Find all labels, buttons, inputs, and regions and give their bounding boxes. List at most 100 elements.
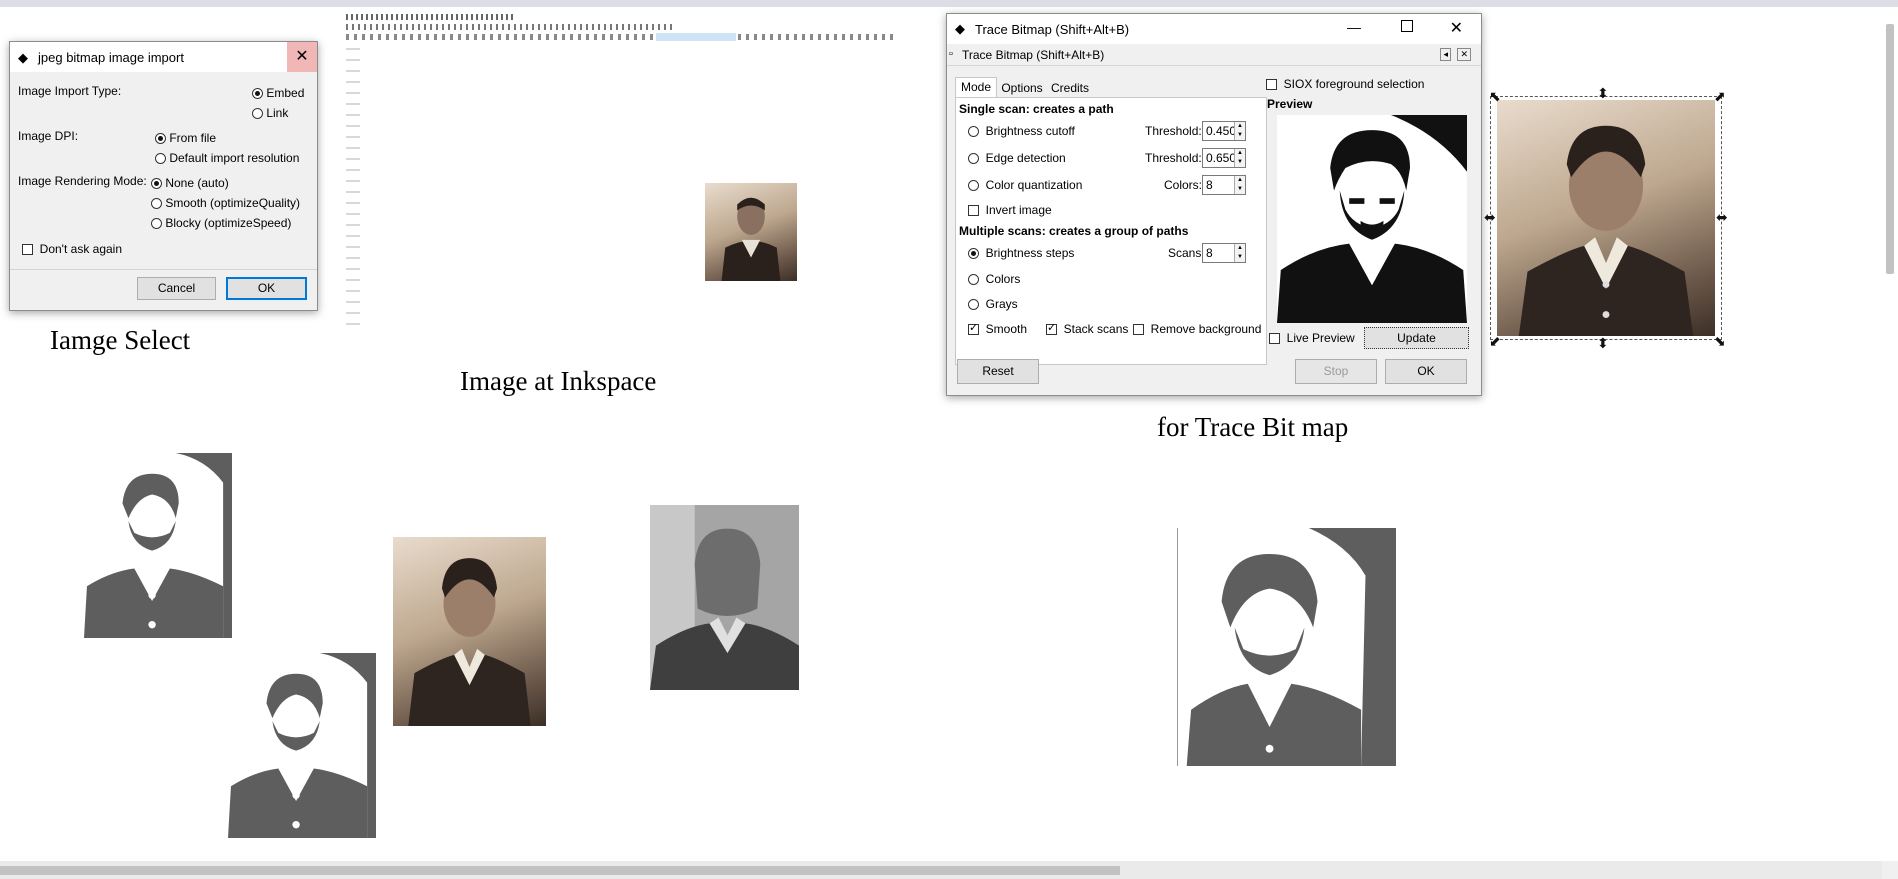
resize-handle-e-icon[interactable]: ⬌ bbox=[1716, 210, 1728, 224]
original-photo-copy[interactable] bbox=[393, 537, 546, 726]
reset-button[interactable]: Reset bbox=[957, 359, 1039, 384]
cancel-button[interactable]: Cancel bbox=[137, 277, 216, 300]
vertical-scroll-thumb[interactable] bbox=[1886, 24, 1894, 274]
scans-value: 8 bbox=[1206, 246, 1213, 260]
radio-blocky-label: Blocky (optimizeSpeed) bbox=[165, 216, 292, 230]
maximize-icon[interactable] bbox=[1401, 20, 1413, 32]
edge-threshold-value: 0.650 bbox=[1206, 151, 1237, 165]
radio-from-file-indicator[interactable] bbox=[155, 133, 166, 145]
inkscape-mini-toolbox bbox=[346, 48, 360, 328]
horizontal-scroll-thumb[interactable] bbox=[0, 866, 1120, 875]
radio-none-auto[interactable]: None (auto) bbox=[151, 176, 229, 190]
remove-background-checkbox[interactable]: Remove background bbox=[1133, 322, 1261, 336]
scans-spinner[interactable]: 8 ▲ ▼ bbox=[1202, 243, 1246, 263]
tab-options[interactable]: Options bbox=[997, 79, 1047, 97]
imported-photo-small[interactable] bbox=[705, 183, 797, 281]
radio-brightness-steps-indicator[interactable] bbox=[968, 248, 979, 260]
radio-blocky-indicator[interactable] bbox=[151, 218, 162, 230]
panel-title: Trace Bitmap (Shift+Alt+B) bbox=[962, 48, 1105, 62]
live-preview-box[interactable] bbox=[1269, 333, 1280, 345]
resize-handle-ne-icon[interactable]: ⬈ bbox=[1714, 89, 1726, 103]
smooth-checkbox[interactable]: Smooth bbox=[968, 321, 1027, 336]
selected-photo[interactable] bbox=[1497, 100, 1715, 336]
grayscale-trace-result[interactable] bbox=[650, 505, 799, 690]
resize-handle-se-icon[interactable]: ⬊ bbox=[1714, 334, 1726, 348]
resize-handle-nw-icon[interactable]: ⬉ bbox=[1489, 89, 1501, 103]
remove-background-box[interactable] bbox=[1133, 324, 1144, 336]
smooth-box[interactable] bbox=[968, 321, 979, 336]
stop-button[interactable]: Stop bbox=[1295, 359, 1377, 384]
close-icon[interactable]: ✕ bbox=[287, 42, 317, 72]
import-dialog-title: jpeg bitmap image import bbox=[38, 49, 184, 65]
radio-embed[interactable]: Embed bbox=[252, 86, 304, 100]
close-icon[interactable]: ✕ bbox=[1450, 18, 1463, 38]
update-button[interactable]: Update bbox=[1364, 327, 1469, 349]
stack-scans-checkbox[interactable]: Stack scans bbox=[1046, 321, 1128, 336]
live-preview-checkbox[interactable]: Live Preview bbox=[1269, 331, 1355, 345]
trace-ok-button[interactable]: OK bbox=[1385, 359, 1467, 384]
resize-handle-n-icon[interactable]: ⬍ bbox=[1597, 86, 1609, 100]
resize-handle-s-icon[interactable]: ⬍ bbox=[1597, 336, 1609, 350]
radio-grays[interactable]: Grays bbox=[968, 297, 1018, 311]
siox-box[interactable] bbox=[1266, 79, 1277, 91]
minimize-icon[interactable]: — bbox=[1347, 19, 1361, 35]
radio-color-quantization[interactable]: Color quantization bbox=[968, 178, 1082, 192]
brightness-cutoff-label: Brightness cutoff bbox=[985, 124, 1075, 138]
radio-colors-indicator[interactable] bbox=[968, 274, 979, 286]
radio-smooth-indicator[interactable] bbox=[151, 198, 162, 210]
radio-smooth[interactable]: Smooth (optimizeQuality) bbox=[151, 196, 300, 210]
tab-credits[interactable]: Credits bbox=[1047, 79, 1093, 97]
brightness-threshold-spinner[interactable]: 0.450 ▲ ▼ bbox=[1202, 121, 1246, 141]
edge-threshold-label: Threshold: bbox=[1145, 151, 1202, 165]
spinner-arrows-icon[interactable]: ▲ ▼ bbox=[1234, 149, 1245, 167]
color-quantization-label: Color quantization bbox=[985, 178, 1083, 192]
live-preview-label: Live Preview bbox=[1286, 331, 1355, 345]
resize-handle-w-icon[interactable]: ⬌ bbox=[1484, 210, 1496, 224]
radio-from-file-label: From file bbox=[169, 131, 217, 145]
dont-ask-checkbox-box[interactable] bbox=[22, 244, 33, 256]
siox-checkbox[interactable]: SIOX foreground selection bbox=[1266, 77, 1424, 91]
traced-result-1[interactable] bbox=[84, 453, 232, 638]
preview-heading: Preview bbox=[1267, 97, 1313, 111]
vertical-scrollbar[interactable] bbox=[1882, 8, 1898, 860]
colors-label: Colors bbox=[985, 272, 1021, 286]
dont-ask-checkbox[interactable]: Don't ask again bbox=[22, 242, 122, 256]
radio-default-resolution[interactable]: Default import resolution bbox=[155, 151, 299, 165]
invert-image-checkbox[interactable]: Invert image bbox=[968, 203, 1052, 217]
spinner-arrows-icon[interactable]: ▲ ▼ bbox=[1234, 244, 1245, 262]
radio-brightness-cutoff[interactable]: Brightness cutoff bbox=[968, 124, 1075, 138]
stack-scans-box[interactable] bbox=[1046, 321, 1057, 336]
radio-grays-indicator[interactable] bbox=[968, 299, 979, 311]
radio-edge-detection[interactable]: Edge detection bbox=[968, 151, 1066, 165]
radio-color-quantization-indicator[interactable] bbox=[968, 180, 979, 192]
spinner-arrows-icon[interactable]: ▲ ▼ bbox=[1234, 176, 1245, 194]
edge-threshold-spinner[interactable]: 0.650 ▲ ▼ bbox=[1202, 148, 1246, 168]
radio-default-resolution-indicator[interactable] bbox=[155, 153, 166, 165]
radio-colors[interactable]: Colors bbox=[968, 272, 1020, 286]
radio-embed-indicator[interactable] bbox=[252, 88, 263, 100]
radio-link-indicator[interactable] bbox=[252, 108, 263, 120]
preview-image bbox=[1277, 115, 1467, 323]
panel-close-icon[interactable]: ✕ bbox=[1457, 48, 1471, 61]
ok-button[interactable]: OK bbox=[226, 277, 307, 300]
radio-link[interactable]: Link bbox=[252, 106, 288, 120]
radio-from-file[interactable]: From file bbox=[155, 131, 216, 145]
panel-dock-icon[interactable]: ◂ bbox=[1440, 48, 1451, 61]
radio-brightness-steps[interactable]: Brightness steps bbox=[968, 246, 1074, 260]
invert-image-box[interactable] bbox=[968, 205, 979, 217]
resize-handle-sw-icon[interactable]: ⬋ bbox=[1489, 334, 1501, 348]
radio-smooth-label: Smooth (optimizeQuality) bbox=[165, 196, 301, 210]
radio-edge-detection-indicator[interactable] bbox=[968, 153, 979, 165]
traced-result-large[interactable] bbox=[1177, 528, 1396, 766]
radio-none-auto-indicator[interactable] bbox=[151, 178, 162, 190]
inkscape-logo-icon: ◆ bbox=[955, 21, 965, 36]
radio-blocky[interactable]: Blocky (optimizeSpeed) bbox=[151, 216, 291, 230]
colors-spinner[interactable]: 8 ▲ ▼ bbox=[1202, 175, 1246, 195]
tab-mode[interactable]: Mode bbox=[955, 77, 997, 98]
panel-header: ▫ Trace Bitmap (Shift+Alt+B) ◂ ✕ bbox=[947, 45, 1481, 66]
spinner-arrows-icon[interactable]: ▲ ▼ bbox=[1234, 122, 1245, 140]
horizontal-scrollbar[interactable] bbox=[0, 861, 1898, 879]
radio-brightness-cutoff-indicator[interactable] bbox=[968, 126, 979, 138]
caption-image-at-inkspace: Image at Inkspace bbox=[460, 366, 657, 396]
traced-result-2[interactable] bbox=[228, 653, 376, 838]
